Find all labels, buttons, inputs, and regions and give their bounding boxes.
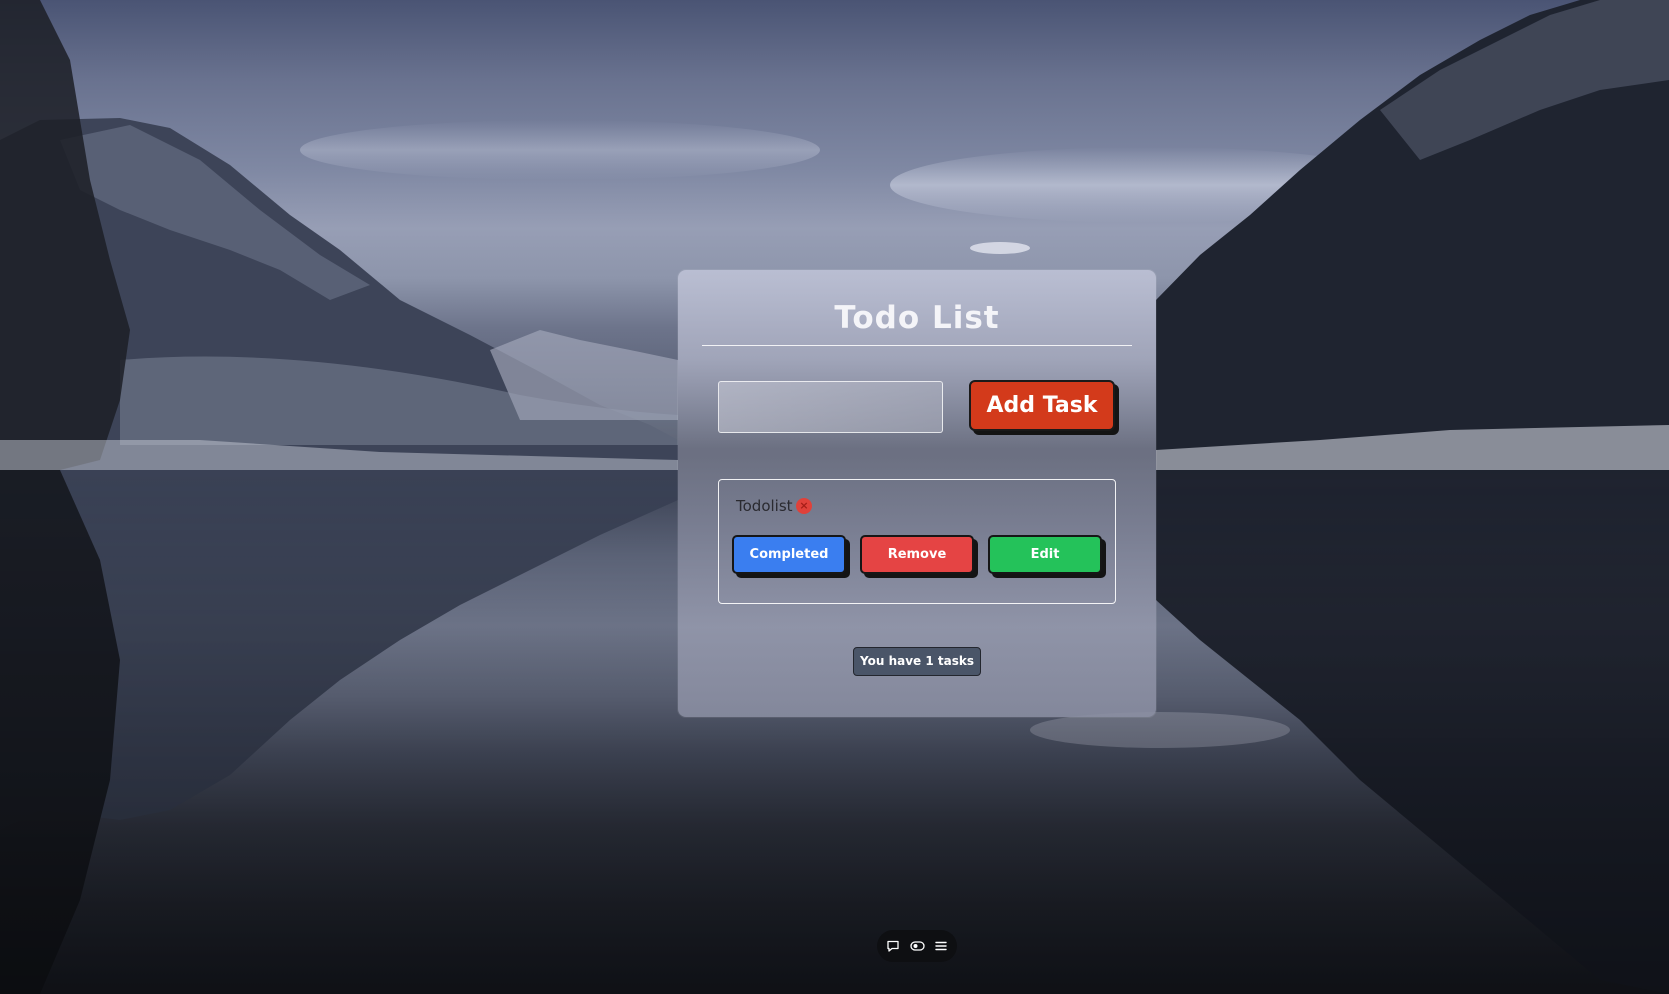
edit-button[interactable]: Edit <box>988 535 1102 574</box>
task-count-badge: You have 1 tasks <box>853 647 981 676</box>
completed-button[interactable]: Completed <box>732 535 846 574</box>
sky-cloud-glow-left <box>300 120 820 180</box>
bottom-toolbar <box>877 930 957 962</box>
page-title: Todo List <box>834 300 1000 336</box>
remove-button[interactable]: Remove <box>860 535 974 574</box>
add-task-button[interactable]: Add Task <box>969 380 1115 431</box>
chat-bubble-icon[interactable] <box>886 939 901 954</box>
close-circle-icon[interactable]: × <box>796 498 812 514</box>
task-input[interactable] <box>718 381 943 433</box>
menu-icon[interactable] <box>934 939 949 954</box>
todo-card: Todo List Add Task Todolist × Completed … <box>678 270 1156 717</box>
sky-cloud-highlight <box>970 242 1030 254</box>
eye-toggle-icon[interactable] <box>909 939 925 954</box>
task-text: Todolist <box>736 497 793 515</box>
title-divider <box>702 345 1132 346</box>
task-item: Todolist × Completed Remove Edit <box>718 479 1116 604</box>
